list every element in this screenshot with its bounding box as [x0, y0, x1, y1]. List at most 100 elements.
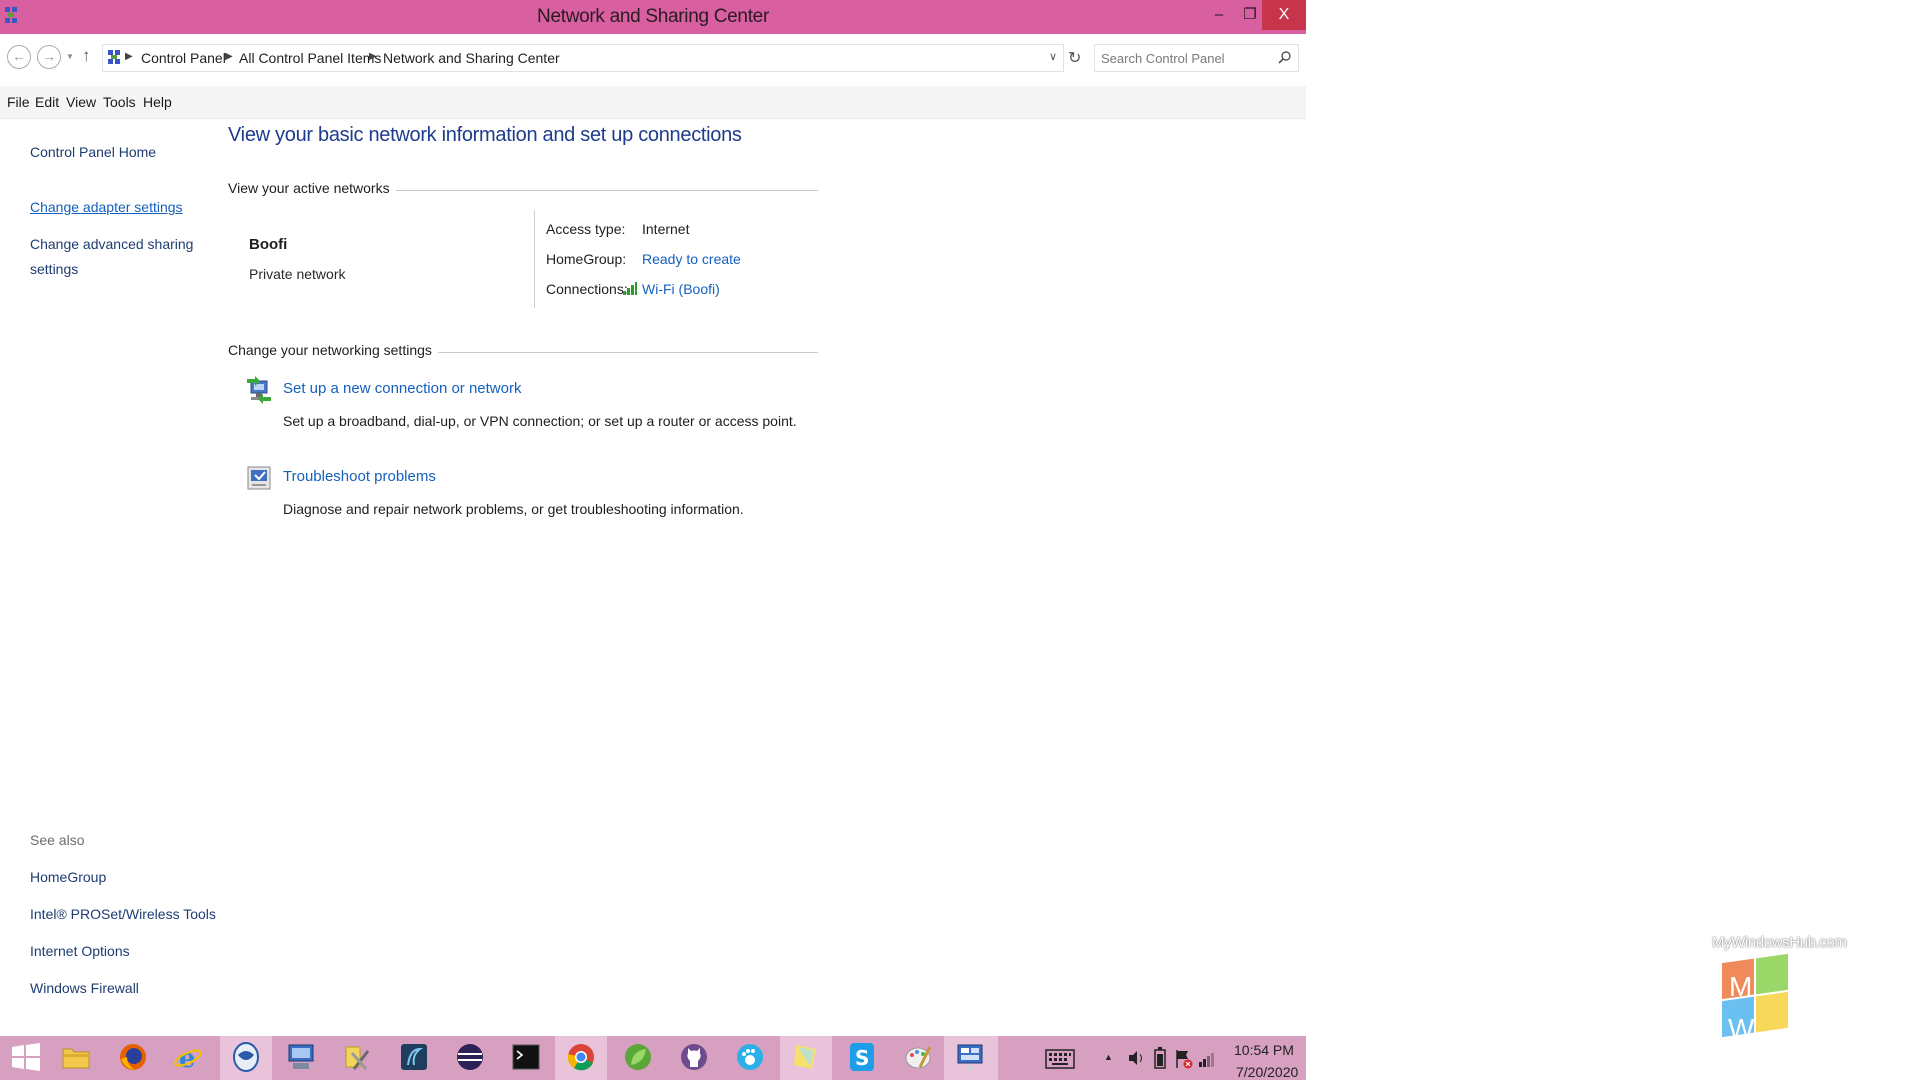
- title-bar[interactable]: Network and Sharing Center – ❐ X: [0, 0, 1306, 34]
- folder-icon: [62, 1048, 90, 1069]
- taskbar-terminal[interactable]: [500, 1036, 552, 1080]
- close-button[interactable]: X: [1262, 0, 1306, 30]
- search-input[interactable]: Search Control Panel: [1094, 44, 1299, 72]
- control-panel-home-link[interactable]: Control Panel Home: [30, 144, 156, 160]
- active-networks-heading: View your active networks: [228, 180, 396, 196]
- action-center-flag-icon[interactable]: [1174, 1048, 1194, 1070]
- breadcrumb-separator-icon[interactable]: ▶: [369, 51, 377, 62]
- change-advanced-sharing-line2: settings: [30, 261, 79, 277]
- troubleshoot-problems-link[interactable]: Troubleshoot problems: [283, 468, 436, 485]
- tools-icon: [345, 1046, 370, 1070]
- watermark-letter-w: W: [1728, 1013, 1755, 1044]
- search-placeholder: Search Control Panel: [1101, 51, 1225, 66]
- taskbar-tools[interactable]: [330, 1036, 382, 1080]
- minimize-button[interactable]: –: [1203, 0, 1235, 30]
- breadcrumb-separator-icon[interactable]: ▶: [125, 51, 133, 62]
- up-arrow-icon[interactable]: ↑: [82, 46, 91, 66]
- start-button[interactable]: [0, 1036, 52, 1080]
- setup-connection-link[interactable]: Set up a new connection or network: [283, 380, 521, 397]
- taskbar-eclipse[interactable]: [444, 1036, 496, 1080]
- taskbar-leaf-app[interactable]: [612, 1036, 664, 1080]
- volume-icon[interactable]: [1126, 1048, 1146, 1068]
- window-title: Network and Sharing Center: [537, 6, 769, 27]
- see-also-intel-proset-link[interactable]: Intel® PROSet/Wireless Tools: [30, 906, 216, 922]
- see-also-homegroup-link[interactable]: HomeGroup: [30, 869, 106, 885]
- watermark-logo: M W: [1722, 953, 1788, 1044]
- taskbar-remote-desktop[interactable]: [275, 1036, 327, 1080]
- refresh-icon[interactable]: ↻: [1068, 48, 1081, 68]
- taskbar-firefox[interactable]: [107, 1036, 159, 1080]
- back-button[interactable]: ←: [7, 45, 31, 69]
- menu-edit[interactable]: Edit: [35, 94, 59, 110]
- svg-text:e: e: [179, 1044, 196, 1073]
- change-networking-heading: Change your networking settings: [228, 342, 438, 358]
- change-adapter-settings-link[interactable]: Change adapter settings: [30, 199, 183, 215]
- taskbar-chrome[interactable]: [555, 1036, 607, 1080]
- show-hidden-icons-chevron-icon[interactable]: ▲: [1104, 1052, 1113, 1062]
- see-also-internet-options-link[interactable]: Internet Options: [30, 943, 130, 959]
- network-name: Boofi: [249, 236, 288, 253]
- menu-help[interactable]: Help: [143, 94, 172, 110]
- network-divider: [534, 210, 535, 308]
- troubleshoot-icon: [247, 466, 271, 490]
- address-dropdown-chevron-icon[interactable]: ∨: [1049, 50, 1057, 63]
- github-icon: [681, 1044, 707, 1070]
- paw-icon: [737, 1044, 763, 1070]
- taskbar-paw-app[interactable]: [724, 1036, 776, 1080]
- taskbar-skype[interactable]: S: [836, 1036, 888, 1080]
- breadcrumb-network-center[interactable]: Network and Sharing Center: [383, 50, 560, 66]
- change-advanced-sharing-line1: Change advanced sharing: [30, 236, 194, 252]
- taskbar-internet-explorer[interactable]: e: [162, 1036, 214, 1080]
- forward-button[interactable]: →: [37, 45, 61, 69]
- chrome-icon: [567, 1044, 594, 1071]
- terminal-icon: [512, 1044, 540, 1070]
- taskbar-control-panel[interactable]: [944, 1036, 998, 1080]
- breadcrumb-control-panel[interactable]: Control Panel: [141, 50, 226, 66]
- setup-connection-desc: Set up a broadband, dial-up, or VPN conn…: [283, 413, 797, 429]
- battery-icon[interactable]: [1150, 1046, 1170, 1070]
- window: Network and Sharing Center – ❐ X ← → ▼ ↑…: [0, 0, 1306, 1036]
- address-bar[interactable]: ▶ Control Panel ▶ All Control Panel Item…: [102, 44, 1064, 72]
- taskbar-code-editor[interactable]: [388, 1036, 440, 1080]
- taskbar-sticky-notes[interactable]: [780, 1036, 832, 1080]
- paint-icon: [905, 1046, 932, 1069]
- access-type-label: Access type:: [546, 221, 626, 237]
- clock-time[interactable]: 10:54 PM: [1234, 1042, 1294, 1058]
- wifi-connection-link[interactable]: Wi-Fi (Boofi): [642, 281, 720, 297]
- taskbar-github[interactable]: [668, 1036, 720, 1080]
- recent-locations-chevron-icon[interactable]: ▼: [66, 52, 74, 61]
- taskbar-paint[interactable]: [892, 1036, 944, 1080]
- breadcrumb-all-items[interactable]: All Control Panel Items: [239, 50, 381, 66]
- search-icon[interactable]: [1278, 50, 1292, 64]
- address-row: ← → ▼ ↑ ▶ Control Panel ▶ All Control Pa…: [0, 34, 1306, 86]
- watermark-text: MyWindowsHub.com: [1712, 934, 1847, 951]
- menu-view[interactable]: View: [66, 94, 96, 110]
- watermark-letter-m: M: [1729, 971, 1752, 1002]
- code-editor-icon: [401, 1044, 427, 1070]
- see-also-windows-firewall-link[interactable]: Windows Firewall: [30, 980, 139, 996]
- control-panel-icon: [108, 50, 120, 64]
- firefox-icon: [120, 1044, 146, 1070]
- homegroup-ready-link[interactable]: Ready to create: [642, 251, 741, 267]
- control-panel-taskbar-icon: [957, 1044, 983, 1071]
- breadcrumb-separator-icon[interactable]: ▶: [225, 51, 233, 62]
- sticky-notes-icon: [794, 1045, 816, 1069]
- menu-file[interactable]: File: [7, 94, 30, 110]
- clock-date[interactable]: 7/20/2020: [1236, 1064, 1298, 1080]
- taskbar-chat-app[interactable]: [220, 1036, 272, 1080]
- page-title: View your basic network information and …: [228, 124, 742, 146]
- access-type-value: Internet: [642, 221, 690, 237]
- see-also-heading: See also: [30, 832, 85, 848]
- menu-bar: File Edit View Tools Help: [0, 86, 1306, 119]
- network-signal-icon[interactable]: [1198, 1050, 1216, 1068]
- touch-keyboard-icon[interactable]: [1045, 1049, 1075, 1069]
- network-type[interactable]: Private network: [249, 266, 345, 282]
- menu-tools[interactable]: Tools: [103, 94, 136, 110]
- troubleshoot-problems-desc: Diagnose and repair network problems, or…: [283, 501, 744, 517]
- chat-app-icon: [233, 1042, 259, 1072]
- connections-label: Connections:: [546, 281, 628, 297]
- taskbar: e S ▲: [0, 1036, 1306, 1080]
- homegroup-label: HomeGroup:: [546, 251, 627, 267]
- change-advanced-sharing-link[interactable]: Change advanced sharing settings: [30, 232, 193, 282]
- taskbar-file-explorer[interactable]: [50, 1036, 102, 1080]
